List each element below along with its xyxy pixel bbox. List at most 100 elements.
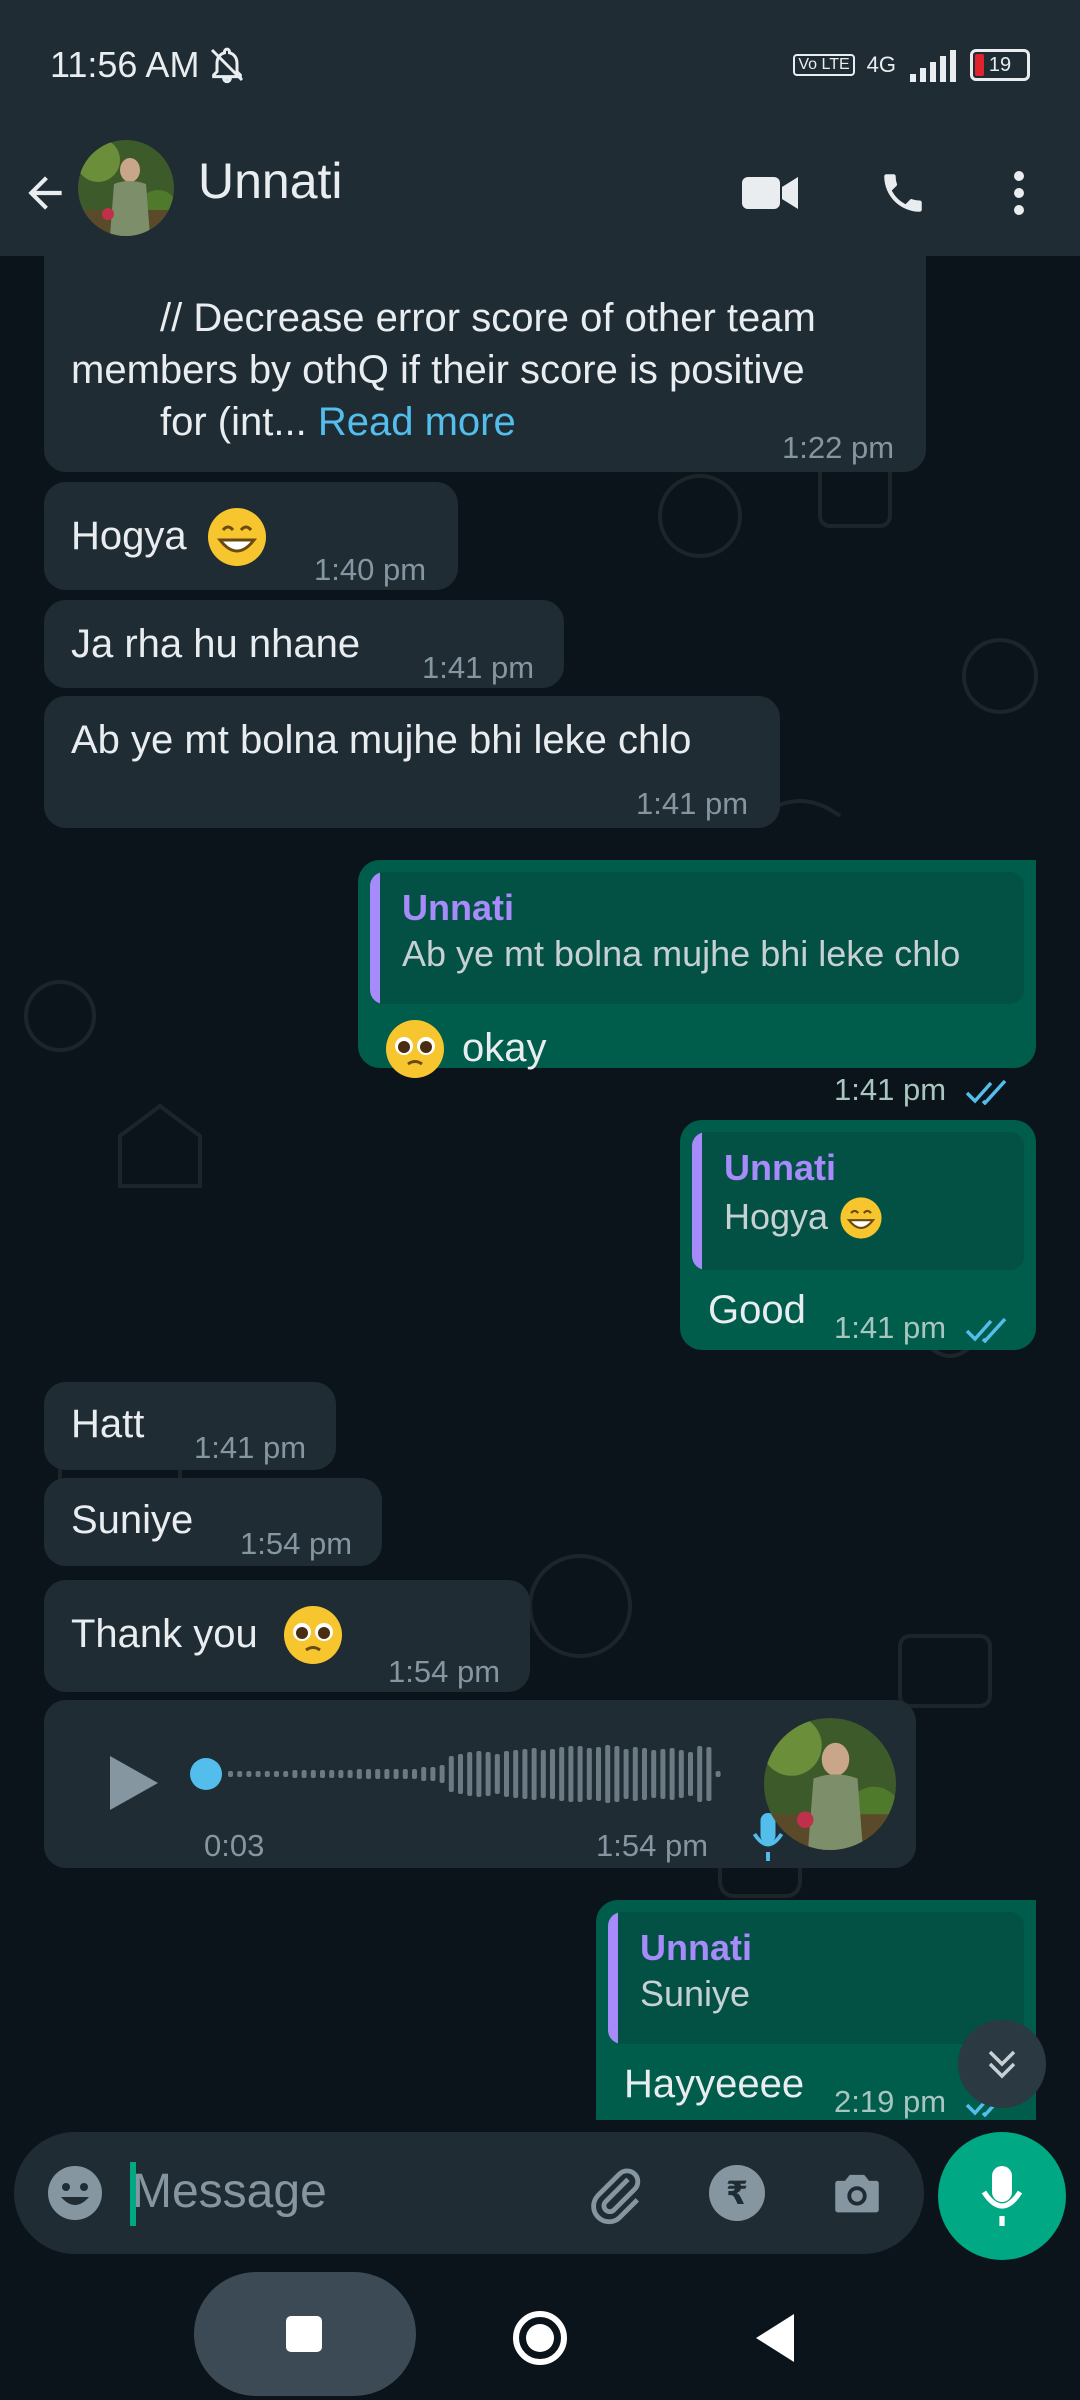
reply-quote-name: Unnati [402,887,514,928]
waveform-bar [338,1770,344,1778]
waveform-bar [485,1752,491,1796]
reply-quote-text-row: Hogya [724,1190,1004,1242]
message-bubble-incoming[interactable]: Thank you 1:54 pm [44,1580,530,1692]
payment-button[interactable]: ₹ [708,2164,766,2222]
waveform-bar [412,1769,417,1779]
status-time: 11:56 AM [50,44,200,85]
message-time: 1:41 pm [422,650,535,685]
waveform-bar [384,1769,390,1779]
chat-header: Unnati [0,130,1080,256]
emoji-button[interactable] [44,2162,106,2224]
home-button[interactable] [510,2308,570,2368]
waveform-bar [347,1770,353,1778]
message-text-row: for (int... Read more [160,396,516,448]
attach-icon [591,2168,641,2225]
back-nav-button[interactable] [750,2310,800,2366]
message-text: Suniye [71,1498,194,1542]
waveform-bar [393,1769,399,1779]
message-bubble-incoming[interactable]: // Decrease error score of other team me… [44,256,926,472]
waveform-bar [283,1771,289,1777]
message-time: 1:41 pm [636,786,749,821]
waveform-bar [320,1770,325,1778]
message-text: Thank you [71,1612,258,1656]
message-text: Hayyeeee [624,2062,805,2106]
voice-message-bubble[interactable]: 0:03 1:54 pm [44,1700,916,1868]
contact-name[interactable]: Unnati [198,152,343,210]
waveform-bar [513,1750,519,1798]
network-type: 4G [866,52,896,77]
voice-duration: 0:03 [204,1828,265,1863]
reply-quote-name: Unnati [724,1147,836,1188]
reply-quote-text: Ab ye mt bolna mujhe bhi leke chlo [402,933,961,974]
voice-record-button[interactable] [938,2132,1066,2260]
message-bubble-incoming[interactable]: Suniye 1:54 pm [44,1478,382,1566]
recent-apps-button[interactable] [282,2312,326,2356]
waveform-bar [568,1746,574,1802]
waveform-bar [237,1771,243,1777]
message-bubble-incoming[interactable]: Hogya 1:40 pm [44,482,458,590]
waveform-bar [596,1747,601,1801]
voice-call-button[interactable] [870,160,936,226]
video-call-button[interactable] [738,160,804,226]
message-time-row: 1:41 pm [834,1064,1009,1116]
message-bubble-outgoing[interactable]: Unnati Ab ye mt bolna mujhe bhi leke chl… [358,860,1036,1107]
reply-quote-text: Hogya [724,1196,829,1237]
message-bubble-incoming[interactable]: Hatt 1:41 pm [44,1382,336,1470]
message-input[interactable]: Message [132,2164,327,2219]
scroll-down-icon [988,2050,1016,2079]
svg-text:₹: ₹ [726,2174,748,2212]
waveform-bar [540,1750,546,1798]
back-button[interactable] [20,168,70,218]
grinning-emoji-icon [840,1197,882,1240]
waveform-bar [255,1771,261,1777]
message-bubble-incoming[interactable]: Ja rha hu nhane 1:41 pm [44,600,564,688]
avatar[interactable] [78,140,174,236]
message-composer[interactable]: Message ₹ [14,2132,924,2254]
reply-quote[interactable]: Unnati Suniye [608,1912,1024,2044]
play-button[interactable] [96,1748,166,1818]
nav-square-icon [286,2316,322,2352]
reply-quote[interactable]: Unnati Hogya [692,1132,1024,1270]
message-bubble-incoming[interactable]: Ab ye mt bolna mujhe bhi leke chlo 1:41 … [44,696,780,828]
message-time: 1:40 pm [314,552,427,587]
message-text: okay [462,1026,547,1070]
waveform-bar [402,1769,408,1779]
waveform-bar [559,1747,565,1801]
message-time: 1:54 pm [240,1526,353,1561]
waveform-bar [246,1771,252,1777]
message-text: Hogya [71,514,187,558]
message-text: members by othQ if their score is positi… [71,348,805,392]
waveform-bar [439,1765,445,1783]
text-caret [130,2162,136,2226]
waveform-bar [421,1767,427,1781]
message-bubble-outgoing[interactable]: Unnati Hogya Good 1:41 pm [680,1120,1036,1350]
waveform-bar [605,1745,611,1803]
message-time: 1:54 pm [596,1828,709,1863]
message-time: 1:54 pm [388,1654,501,1689]
more-vert-icon [1014,171,1024,215]
waveform-bar [669,1748,675,1800]
message-time: 1:41 pm [834,1072,947,1107]
more-options-button[interactable] [986,160,1052,226]
attach-button[interactable] [584,2162,648,2226]
read-ticks-icon [965,1079,1006,1105]
scroll-to-bottom-button[interactable] [958,2020,1046,2108]
voice-scrubber[interactable] [190,1758,222,1790]
read-ticks-icon [965,1317,1006,1343]
battery-icon: 19 [970,49,1030,81]
waveform-bar [715,1771,721,1777]
waveform-bar [623,1749,629,1799]
waveform-bar [550,1749,555,1799]
read-more-link[interactable]: Read more [318,400,516,444]
voice-sender-avatar [764,1718,896,1850]
reply-quote[interactable]: Unnati Ab ye mt bolna mujhe bhi leke chl… [370,872,1024,1004]
voice-waveform[interactable] [184,1736,724,1812]
waveform-bar [264,1771,270,1777]
chat-area[interactable]: // Decrease error score of other team me… [0,256,1080,2120]
waveform-bar [274,1771,279,1777]
waveform-bar [467,1752,473,1796]
rupee-icon: ₹ [709,2165,765,2221]
waveform-bar [504,1751,509,1797]
camera-button[interactable] [828,2164,886,2222]
waveform-bar [577,1746,583,1802]
